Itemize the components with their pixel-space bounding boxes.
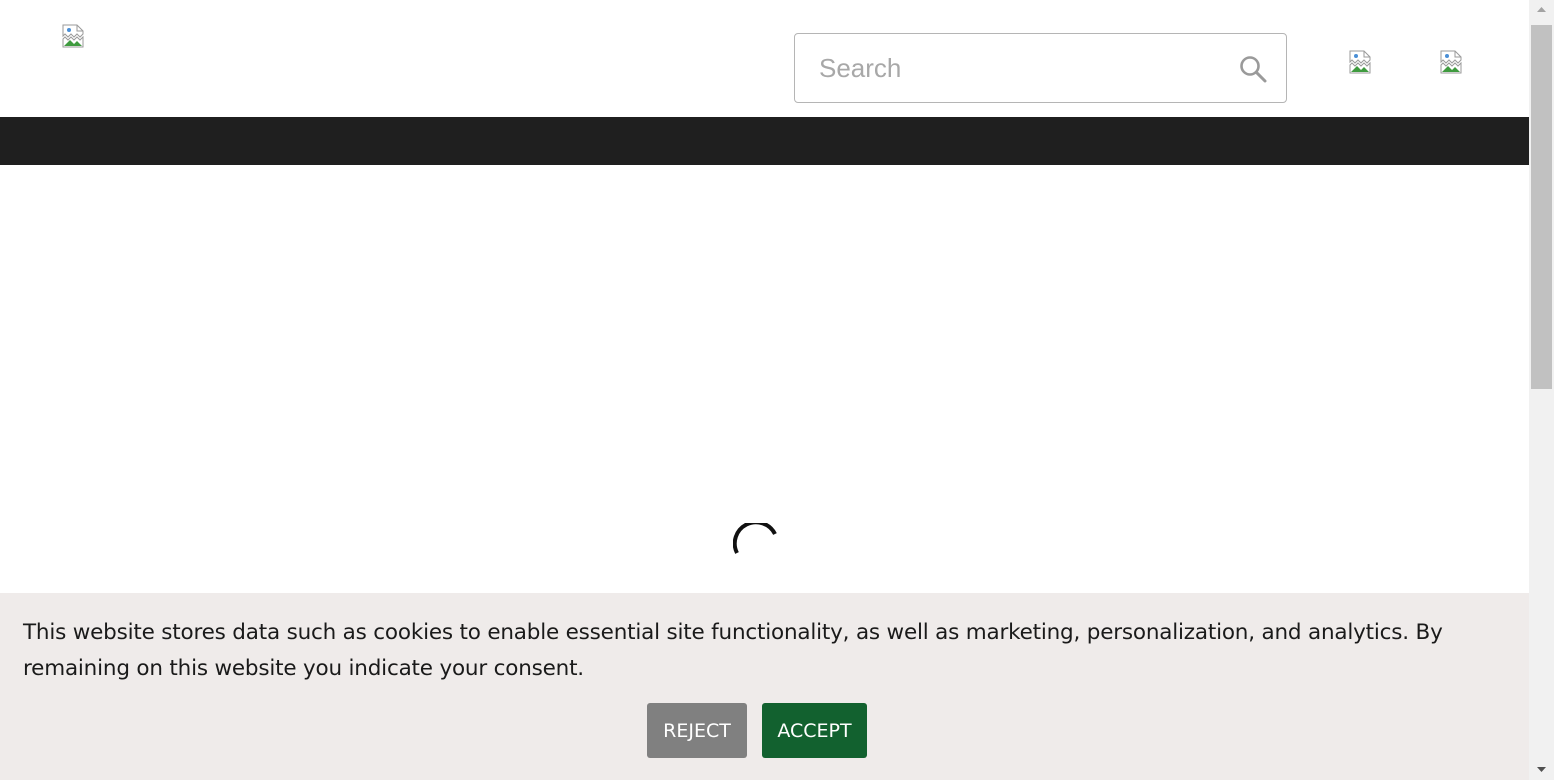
search-icon[interactable]: [1238, 54, 1268, 84]
vertical-scrollbar[interactable]: [1529, 0, 1554, 780]
search-input[interactable]: [795, 34, 1239, 102]
cookie-message: This website stores data such as cookies…: [23, 620, 1443, 681]
cookie-consent-banner: This website stores data such as cookies…: [0, 593, 1529, 780]
accept-cookies-button[interactable]: ACCEPT: [762, 703, 867, 758]
site-logo[interactable]: [61, 24, 85, 48]
loading-spinner-icon: [733, 523, 777, 554]
account-image-icon[interactable]: [1348, 50, 1372, 74]
reject-cookies-button[interactable]: REJECT: [647, 703, 747, 758]
scroll-up-arrow-icon[interactable]: [1529, 0, 1554, 24]
cart-image-icon[interactable]: [1439, 50, 1463, 74]
site-header: [0, 0, 1529, 117]
page: This website stores data such as cookies…: [0, 0, 1529, 780]
scroll-down-arrow-icon[interactable]: [1529, 756, 1554, 780]
search-box: [794, 33, 1287, 103]
scrollbar-thumb[interactable]: [1531, 25, 1552, 389]
main-navbar: [0, 117, 1529, 165]
